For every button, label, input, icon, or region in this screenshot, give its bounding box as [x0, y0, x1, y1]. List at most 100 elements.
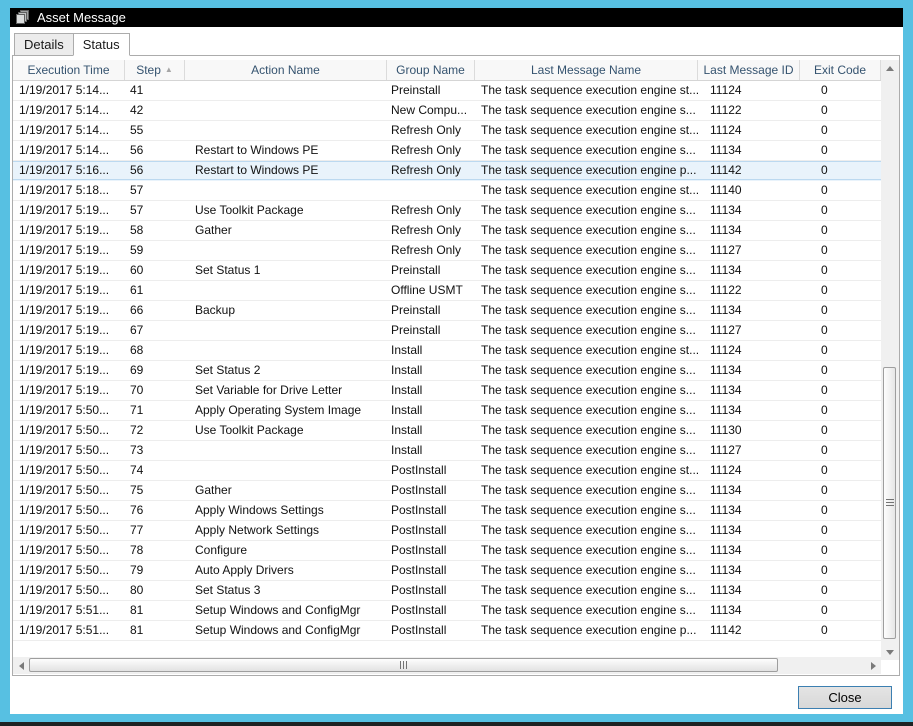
cell-step: 72 [125, 421, 185, 440]
tab-details[interactable]: Details [14, 33, 74, 56]
cell-exit-code: 0 [800, 361, 881, 380]
cell-last-message-name: The task sequence execution engine s... [475, 521, 698, 540]
column-header-label: Step [136, 63, 161, 77]
scroll-left-button[interactable] [13, 657, 29, 674]
cell-step: 56 [125, 161, 185, 180]
cell-group-name: Refresh Only [387, 121, 475, 140]
cell-exit-code: 0 [800, 221, 881, 240]
cell-group-name: Install [387, 381, 475, 400]
column-header-last-message-name[interactable]: Last Message Name [475, 60, 698, 80]
cell-step: 73 [125, 441, 185, 460]
cell-step: 41 [125, 81, 185, 100]
cell-execution-time: 1/19/2017 5:19... [13, 321, 125, 340]
cell-step: 60 [125, 261, 185, 280]
window-title: Asset Message [37, 10, 126, 25]
table-row[interactable]: 1/19/2017 5:50...78ConfigurePostInstallT… [13, 541, 881, 561]
table-row[interactable]: 1/19/2017 5:19...57Use Toolkit PackageRe… [13, 201, 881, 221]
table-row[interactable]: 1/19/2017 5:19...61Offline USMTThe task … [13, 281, 881, 301]
cell-last-message-id: 11134 [698, 361, 800, 380]
cell-exit-code: 0 [800, 241, 881, 260]
cell-action-name: Set Status 1 [185, 261, 387, 280]
scroll-down-button[interactable] [881, 644, 899, 660]
table-row[interactable]: 1/19/2017 5:19...66BackupPreinstallThe t… [13, 301, 881, 321]
column-header-label: Action Name [251, 63, 320, 77]
cell-action-name [185, 241, 387, 260]
scrollbar-grip-icon [400, 661, 408, 669]
table-row[interactable]: 1/19/2017 5:19...69Set Status 2InstallTh… [13, 361, 881, 381]
cell-last-message-name: The task sequence execution engine s... [475, 201, 698, 220]
column-header-action-name[interactable]: Action Name [185, 60, 387, 80]
cell-action-name: Gather [185, 221, 387, 240]
cell-execution-time: 1/19/2017 5:14... [13, 121, 125, 140]
scroll-right-button[interactable] [865, 657, 881, 674]
cell-group-name: Refresh Only [387, 221, 475, 240]
sort-ascending-icon: ▲ [165, 66, 173, 74]
horizontal-scrollbar[interactable] [13, 657, 881, 674]
scroll-right-icon [871, 662, 876, 670]
titlebar[interactable]: Asset Message [10, 8, 903, 27]
cell-last-message-name: The task sequence execution engine s... [475, 401, 698, 420]
table-row[interactable]: 1/19/2017 5:50...77Apply Network Setting… [13, 521, 881, 541]
cell-execution-time: 1/19/2017 5:19... [13, 301, 125, 320]
scroll-up-button[interactable] [881, 60, 899, 76]
table-row[interactable]: 1/19/2017 5:50...79Auto Apply DriversPos… [13, 561, 881, 581]
table-row[interactable]: 1/19/2017 5:19...60Set Status 1Preinstal… [13, 261, 881, 281]
cell-last-message-id: 11122 [698, 101, 800, 120]
window-bottom-edge [0, 722, 913, 726]
cell-group-name: Preinstall [387, 261, 475, 280]
vertical-scrollbar-thumb[interactable] [883, 367, 896, 639]
cell-exit-code: 0 [800, 581, 881, 600]
column-header-step[interactable]: Step ▲ [125, 60, 185, 80]
cell-action-name [185, 341, 387, 360]
column-header-last-message-id[interactable]: Last Message ID [698, 60, 800, 80]
cell-last-message-name: The task sequence execution engine s... [475, 281, 698, 300]
table-row[interactable]: 1/19/2017 5:50...80Set Status 3PostInsta… [13, 581, 881, 601]
table-row[interactable]: 1/19/2017 5:19...70Set Variable for Driv… [13, 381, 881, 401]
cell-execution-time: 1/19/2017 5:19... [13, 341, 125, 360]
column-header-group-name[interactable]: Group Name [387, 60, 475, 80]
table-row[interactable]: 1/19/2017 5:50...71Apply Operating Syste… [13, 401, 881, 421]
cell-group-name: PostInstall [387, 621, 475, 640]
table-row[interactable]: 1/19/2017 5:50...72Use Toolkit PackageIn… [13, 421, 881, 441]
cell-last-message-name: The task sequence execution engine s... [475, 581, 698, 600]
table-row[interactable]: 1/19/2017 5:14...41PreinstallThe task se… [13, 81, 881, 101]
table-row[interactable]: 1/19/2017 5:51...81Setup Windows and Con… [13, 601, 881, 621]
cell-exit-code: 0 [800, 81, 881, 100]
table-row[interactable]: 1/19/2017 5:14...56Restart to Windows PE… [13, 141, 881, 161]
cell-exit-code: 0 [800, 121, 881, 140]
table-row[interactable]: 1/19/2017 5:19...67PreinstallThe task se… [13, 321, 881, 341]
horizontal-scrollbar-thumb[interactable] [29, 658, 778, 672]
cell-last-message-name: The task sequence execution engine s... [475, 481, 698, 500]
cell-group-name: Install [387, 421, 475, 440]
scroll-down-icon [886, 650, 894, 655]
table-row[interactable]: 1/19/2017 5:51...81Setup Windows and Con… [13, 621, 881, 641]
cell-execution-time: 1/19/2017 5:50... [13, 501, 125, 520]
table-row[interactable]: 1/19/2017 5:19...59Refresh OnlyThe task … [13, 241, 881, 261]
cell-action-name: Backup [185, 301, 387, 320]
cell-last-message-id: 11134 [698, 561, 800, 580]
tab-status[interactable]: Status [73, 33, 130, 56]
table-row[interactable]: 1/19/2017 5:50...74PostInstallThe task s… [13, 461, 881, 481]
cell-last-message-id: 11140 [698, 181, 800, 200]
close-button[interactable]: Close [798, 686, 892, 709]
table-row[interactable]: 1/19/2017 5:14...55Refresh OnlyThe task … [13, 121, 881, 141]
cell-step: 66 [125, 301, 185, 320]
table-row[interactable]: 1/19/2017 5:16...56Restart to Windows PE… [13, 161, 881, 181]
cell-action-name: Set Status 3 [185, 581, 387, 600]
cell-step: 57 [125, 201, 185, 220]
cell-execution-time: 1/19/2017 5:50... [13, 441, 125, 460]
cell-last-message-name: The task sequence execution engine s... [475, 241, 698, 260]
cell-execution-time: 1/19/2017 5:19... [13, 261, 125, 280]
table-row[interactable]: 1/19/2017 5:50...75GatherPostInstallThe … [13, 481, 881, 501]
table-row[interactable]: 1/19/2017 5:19...68InstallThe task seque… [13, 341, 881, 361]
table-row[interactable]: 1/19/2017 5:19...58GatherRefresh OnlyThe… [13, 221, 881, 241]
vertical-scrollbar[interactable] [881, 60, 899, 660]
table-row[interactable]: 1/19/2017 5:14...42New Compu...The task … [13, 101, 881, 121]
table-row[interactable]: 1/19/2017 5:18...57The task sequence exe… [13, 181, 881, 201]
scroll-left-icon [19, 662, 24, 670]
cell-action-name: Configure [185, 541, 387, 560]
column-header-exit-code[interactable]: Exit Code [800, 60, 881, 80]
table-row[interactable]: 1/19/2017 5:50...73InstallThe task seque… [13, 441, 881, 461]
table-row[interactable]: 1/19/2017 5:50...76Apply Windows Setting… [13, 501, 881, 521]
column-header-execution-time[interactable]: Execution Time [13, 60, 125, 80]
